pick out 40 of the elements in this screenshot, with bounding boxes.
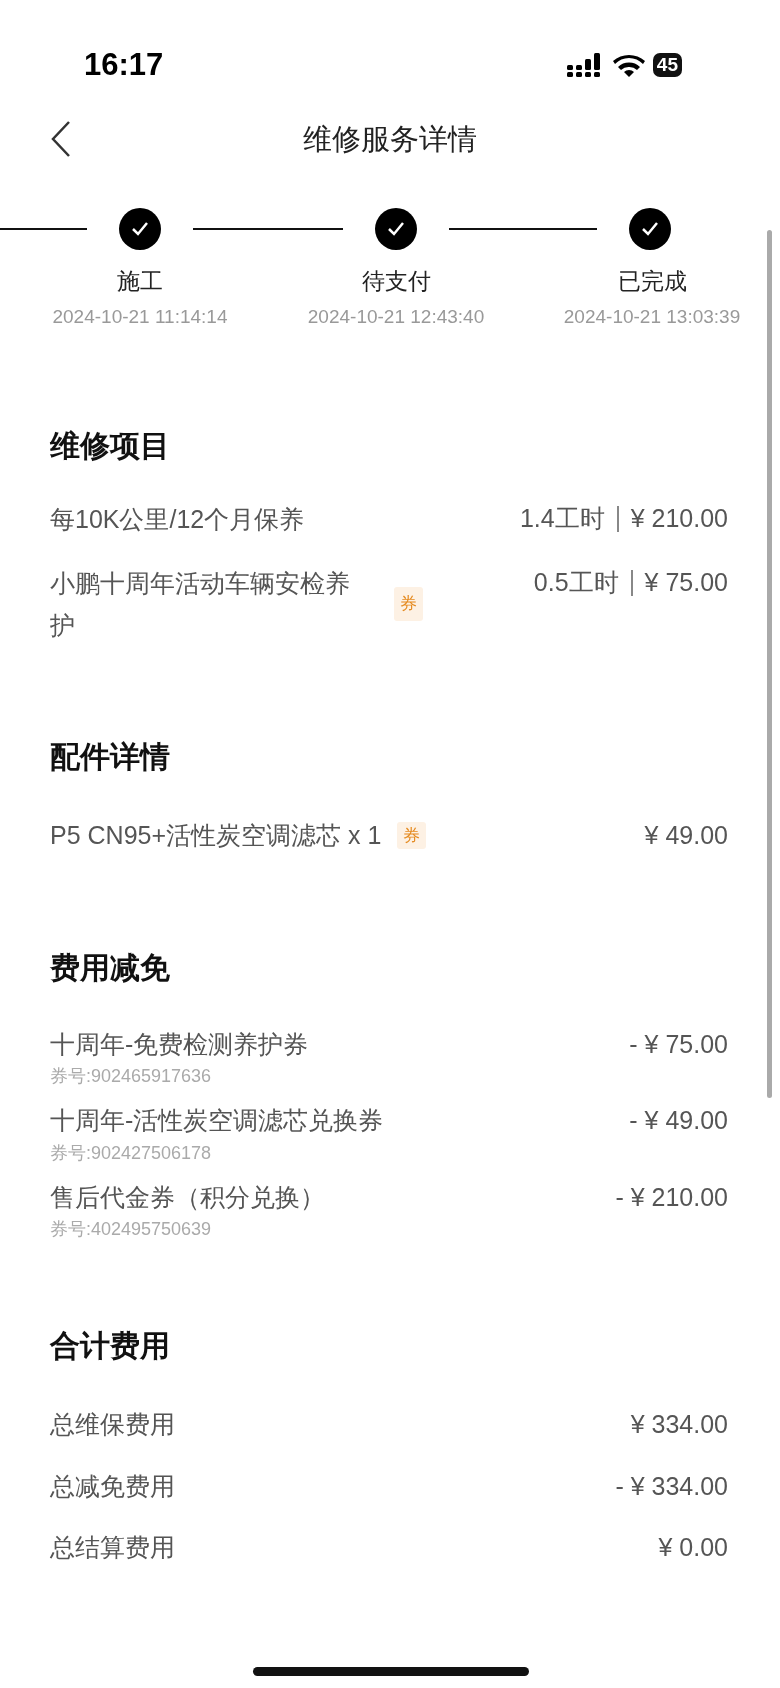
item-name: 小鹏十周年活动车辆安检养护 [50,568,351,641]
labor-hours: 0.5工时 [533,567,619,599]
section-title: 配件详情 [50,739,171,775]
total-amount: ¥ 0.00 [658,1532,728,1563]
total-amount: ¥ 334.00 [630,1409,728,1440]
section-title: 维修项目 [50,428,171,464]
discount-amount: - ¥ 75.00 [629,1028,728,1060]
step-time: 2024-10-21 11:14:14 [51,304,229,329]
total-label: 总维保费用 [50,1409,175,1440]
total-label: 总减免费用 [50,1470,175,1502]
clock-time: 16:17 [84,45,164,84]
discount-name: 十周年-活性炭空调滤芯兑换券 [50,1105,384,1136]
discount-name: 售后代金券（积分兑换） [50,1181,325,1213]
wifi-icon [612,53,645,77]
discount-name: 十周年-免费检测养护券 [50,1028,309,1060]
coupon-tag: 券 [397,822,427,849]
section-title: 合计费用 [50,1328,171,1364]
battery-icon: 45 [652,53,682,77]
step-label: 待支付 [360,267,432,296]
step-label: 施工 [116,267,164,296]
total-label: 总结算费用 [50,1532,175,1563]
labor-hours: 1.4工时 [519,503,605,535]
item-price: ¥ 210.00 [630,503,728,535]
discount-amount: - ¥ 49.00 [629,1105,728,1136]
coupon-tag: 券 [394,587,423,621]
coupon-number: 券号:902427506178 [50,1141,213,1165]
part-name: P5 CN95+活性炭空调滤芯 x 1 [50,820,382,851]
step-label: 已完成 [616,267,688,296]
section-title: 费用减免 [50,949,171,986]
coupon-number: 券号:402495750639 [50,1218,213,1241]
item-name: 每10K公里/12个月保养 [50,504,306,535]
coupon-number: 券号:902465917636 [50,1065,213,1088]
page-title: 维修服务详情 [303,122,477,158]
back-icon[interactable] [50,120,72,158]
step-time: 2024-10-21 12:43:40 [306,304,486,329]
step-time: 2024-10-21 13:03:39 [562,304,742,329]
item-price: ¥ 75.00 [644,567,728,599]
discount-amount: - ¥ 210.00 [615,1181,728,1213]
part-price: ¥ 49.00 [644,820,728,851]
total-amount: - ¥ 334.00 [615,1470,728,1502]
